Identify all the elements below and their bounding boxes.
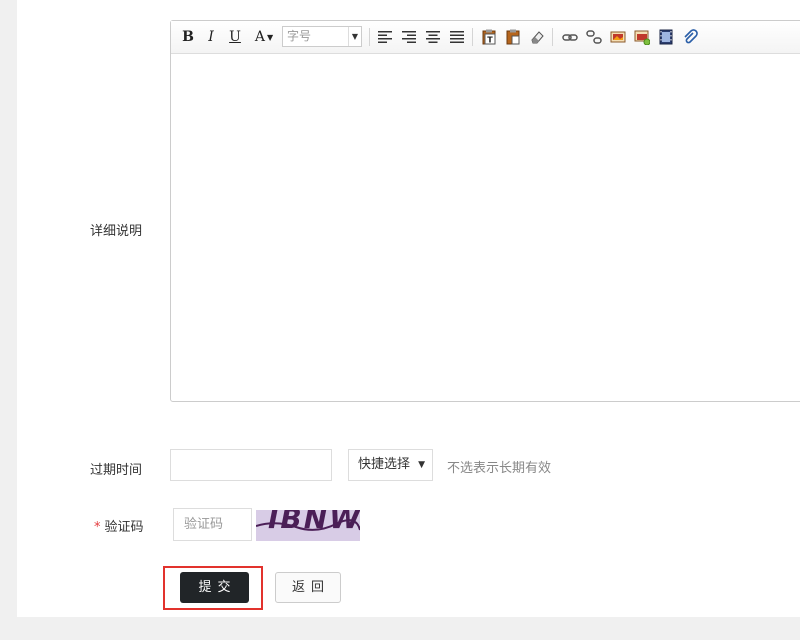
paste-text-button[interactable]: T <box>479 27 499 47</box>
expiry-label: 过期时间 <box>90 463 143 478</box>
align-left-icon <box>378 31 392 43</box>
paperclip-icon <box>684 29 698 44</box>
detail-label: 详细说明 <box>90 224 143 239</box>
required-mark: * <box>94 520 101 535</box>
insert-multi-image-button[interactable] <box>632 27 652 47</box>
font-color-label: A <box>254 29 265 45</box>
insert-video-button[interactable] <box>656 27 676 47</box>
align-justify-icon <box>450 31 464 43</box>
caret-down-icon: ▼ <box>266 32 274 42</box>
align-right-icon <box>402 31 416 43</box>
submit-button[interactable]: 提交 <box>180 572 249 603</box>
link-icon <box>562 34 578 41</box>
align-center-button[interactable] <box>424 27 442 47</box>
rich-text-editor: B I U A ▼ 字号 ▼ T <box>170 20 800 402</box>
multi-image-icon <box>634 30 650 45</box>
chevron-down-icon: ▼ <box>348 27 361 46</box>
svg-text:T: T <box>487 36 493 45</box>
align-right-button[interactable] <box>400 27 418 47</box>
image-icon <box>610 31 626 43</box>
captcha-input[interactable]: 验证码 <box>173 508 252 541</box>
insert-link-button[interactable] <box>560 27 580 47</box>
clear-format-button[interactable] <box>527 27 547 47</box>
video-icon <box>659 29 673 45</box>
captcha-image[interactable]: IBNW <box>256 510 360 541</box>
expiry-date-input[interactable] <box>170 449 332 481</box>
quick-select-dropdown[interactable]: 快捷选择 ▼ <box>348 449 433 481</box>
toolbar-divider <box>472 28 473 46</box>
align-left-button[interactable] <box>376 27 394 47</box>
font-size-select[interactable]: 字号 ▼ <box>282 26 362 47</box>
quick-select-label: 快捷选择 <box>358 457 411 472</box>
editor-content-area[interactable] <box>171 54 800 401</box>
unlink-button[interactable] <box>584 27 604 47</box>
caret-down-icon: ▼ <box>418 460 425 470</box>
toolbar-divider <box>552 28 553 46</box>
toolbar-divider <box>369 28 370 46</box>
italic-button[interactable]: I <box>202 27 220 47</box>
underline-button[interactable]: U <box>226 27 244 47</box>
align-justify-button[interactable] <box>448 27 466 47</box>
back-button[interactable]: 返回 <box>275 572 341 603</box>
paste-button[interactable] <box>503 27 523 47</box>
captcha-noise <box>256 519 360 531</box>
bold-button[interactable]: B <box>179 27 197 47</box>
font-size-placeholder: 字号 <box>287 29 312 43</box>
captcha-label-group: * 验证码 <box>94 516 144 535</box>
expiry-hint: 不选表示长期有效 <box>447 461 552 476</box>
editor-toolbar: B I U A ▼ 字号 ▼ T <box>171 21 800 54</box>
font-color-button[interactable]: A ▼ <box>251 27 277 47</box>
attachment-button[interactable] <box>680 27 700 47</box>
eraser-icon <box>531 31 544 44</box>
align-center-icon <box>426 31 440 43</box>
paste-text-icon: T <box>482 29 496 45</box>
paste-icon <box>506 29 520 45</box>
insert-image-button[interactable] <box>608 27 628 47</box>
captcha-label: 验证码 <box>104 520 144 535</box>
unlink-icon <box>586 30 602 44</box>
